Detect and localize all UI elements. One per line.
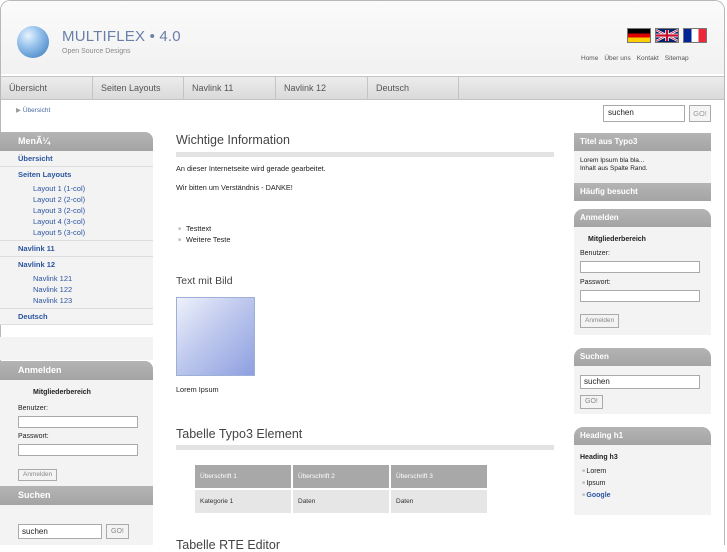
left-user-label: Benutzer:: [18, 405, 48, 412]
left-login-box: Mitgliederbereich Benutzer: Passwort: An…: [0, 380, 153, 486]
menu-item-layout-1[interactable]: Layout 1 (1-col): [0, 183, 153, 194]
breadcrumb-arrow-icon: ▶: [16, 107, 23, 114]
right-username-field[interactable]: [580, 261, 700, 273]
right-login-button[interactable]: Anmelden: [580, 314, 620, 328]
left-search-input[interactable]: suchen: [18, 524, 102, 539]
menu-item-navlink-12[interactable]: Navlink 12: [0, 257, 153, 273]
right-search-box: suchen GO!: [574, 366, 711, 414]
right-login-subtitle: Mitgliederbereich: [588, 236, 646, 243]
right-search-title: Suchen: [574, 348, 711, 366]
heading-important-info: Wichtige Information: [176, 133, 290, 147]
right-search-input[interactable]: suchen: [580, 375, 700, 389]
menu-item-navlink-121[interactable]: Navlink 121: [0, 273, 153, 284]
nav-item-navlink-11[interactable]: Navlink 11: [184, 77, 276, 99]
right-info-line: Inhalt aus Spalte Rand.: [580, 165, 648, 172]
left-search-box: suchen GO!: [0, 505, 153, 545]
table-header-cell: Überschrift 3: [391, 465, 487, 488]
right-info-box: Lorem Ipsum bla bla... Inhalt aus Spalte…: [574, 151, 711, 183]
menu-item-seiten-layouts[interactable]: Seiten Layouts: [0, 167, 153, 183]
nav-item-seiten-layouts[interactable]: Seiten Layouts: [93, 77, 184, 99]
menu-item-layout-2[interactable]: Layout 2 (2-col): [0, 194, 153, 205]
main-nav: Übersicht Seiten Layouts Navlink 11 Navl…: [1, 76, 724, 100]
right-password-field[interactable]: [580, 290, 700, 302]
menu-item-layout-5[interactable]: Layout 5 (3-col): [0, 227, 153, 241]
right-heading-title: Heading h1: [574, 427, 711, 445]
table-cell: Daten: [293, 490, 389, 513]
right-search-button[interactable]: GO!: [580, 395, 603, 409]
top-link-about[interactable]: Über uns: [604, 55, 630, 62]
bullet-item: Weitere Teste: [178, 235, 230, 244]
table-cell: Daten: [391, 490, 487, 513]
nav-item-navlink-12[interactable]: Navlink 12: [276, 77, 368, 99]
left-username-field[interactable]: [18, 416, 138, 428]
right-login-box: Mitgliederbereich Benutzer: Passwort: An…: [574, 227, 711, 335]
top-links: Home Über uns Kontakt Sitemap: [581, 55, 689, 62]
paragraph-thanks: Wir bitten um Verständnis - DANKE!: [176, 183, 293, 192]
left-pass-label: Passwort:: [18, 433, 49, 440]
right-user-label: Benutzer:: [580, 250, 610, 257]
paragraph-info: An dieser Internetseite wird gerade gear…: [176, 164, 326, 173]
site-header: MULTIFLEX • 4.0 Open Source Designs Home…: [1, 1, 724, 74]
right-info-line: Lorem Ipsum bla bla...: [580, 157, 645, 164]
right-list-item: ■ Ipsum: [582, 480, 606, 487]
menu-item-navlink-122[interactable]: Navlink 122: [0, 284, 153, 295]
table-header-cell: Überschrift 1: [195, 465, 291, 488]
right-heading-sub: Heading h3: [580, 454, 618, 461]
heading-rte-table: Tabelle RTE Editor: [176, 538, 280, 552]
top-search-input[interactable]: suchen: [603, 105, 685, 122]
right-box-title: Titel aus Typo3: [574, 133, 711, 151]
logo-icon[interactable]: [17, 26, 49, 58]
content-image: [176, 297, 255, 376]
google-link[interactable]: Google: [586, 492, 610, 499]
left-search-title: Suchen: [0, 486, 153, 505]
frequently-visited-title[interactable]: Häufig besucht: [574, 183, 711, 201]
menu-item-layout-3[interactable]: Layout 3 (2-col): [0, 205, 153, 216]
bullet-item: Testtext: [178, 224, 211, 233]
site-tagline: Open Source Designs: [62, 48, 131, 55]
right-pass-label: Passwort:: [580, 279, 611, 286]
site-title[interactable]: MULTIFLEX • 4.0: [62, 28, 181, 45]
right-list-item: ■ Lorem: [582, 468, 607, 475]
menu-item-uebersicht[interactable]: Übersicht: [0, 151, 153, 167]
right-list-item[interactable]: ■ Google: [582, 492, 611, 499]
top-link-home[interactable]: Home: [581, 55, 598, 62]
left-login-title: Anmelden: [0, 361, 153, 380]
flag-fr-icon[interactable]: [683, 28, 707, 43]
nav-item-uebersicht[interactable]: Übersicht: [1, 77, 93, 99]
left-search-button[interactable]: GO!: [106, 524, 129, 539]
flag-gb-icon[interactable]: [655, 28, 679, 43]
breadcrumb-link[interactable]: Übersicht: [23, 107, 50, 114]
heading-table-element: Tabelle Typo3 Element: [176, 427, 303, 441]
menu-item-layout-4[interactable]: Layout 4 (3-col): [0, 216, 153, 227]
left-menu-spacer: [0, 337, 153, 360]
right-list-item-label: Lorem: [586, 468, 607, 475]
left-menu-title: MenÃ¼: [0, 132, 153, 151]
right-heading-box: Heading h3 ■ Lorem ■ Ipsum ■ Google: [574, 445, 711, 515]
top-search-button[interactable]: GO!: [689, 105, 711, 122]
right-login-title: Anmelden: [574, 209, 711, 227]
right-list-item-label: Ipsum: [586, 480, 606, 487]
breadcrumb: ▶ Übersicht: [16, 106, 50, 114]
table-cell: Kategorie 1: [195, 490, 291, 513]
left-login-button[interactable]: Anmelden: [18, 469, 58, 481]
heading-divider: [176, 152, 554, 157]
flag-de-icon[interactable]: [627, 28, 651, 43]
top-link-contact[interactable]: Kontakt: [637, 55, 659, 62]
menu-item-deutsch[interactable]: Deutsch: [0, 309, 153, 325]
top-link-sitemap[interactable]: Sitemap: [665, 55, 689, 62]
nav-item-deutsch[interactable]: Deutsch: [368, 77, 459, 99]
menu-item-navlink-123[interactable]: Navlink 123: [0, 295, 153, 309]
language-flags: [627, 28, 707, 43]
typo3-table: Überschrift 1 Überschrift 2 Überschrift …: [193, 463, 489, 515]
left-password-field[interactable]: [18, 444, 138, 456]
heading-text-with-image: Text mit Bild: [176, 275, 233, 287]
menu-item-navlink-11[interactable]: Navlink 11: [0, 241, 153, 257]
image-caption: Lorem Ipsum: [176, 385, 219, 394]
left-menu: Übersicht Seiten Layouts Layout 1 (1-col…: [0, 151, 153, 325]
left-login-subtitle: Mitgliederbereich: [33, 389, 91, 396]
heading-divider: [176, 445, 554, 450]
table-header-cell: Überschrift 2: [293, 465, 389, 488]
